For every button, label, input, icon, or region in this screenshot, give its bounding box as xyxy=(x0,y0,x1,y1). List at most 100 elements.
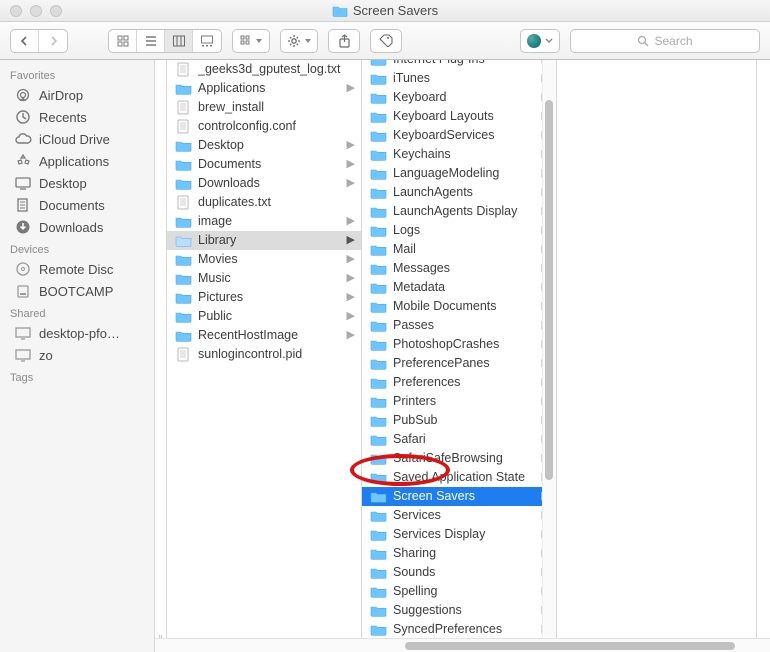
list-item[interactable]: LaunchAgents Display▶ xyxy=(362,202,556,221)
sidebar-item-downloads[interactable]: Downloads xyxy=(0,216,154,238)
horizontal-scrollbar[interactable] xyxy=(155,638,770,652)
list-item[interactable]: Spelling▶ xyxy=(362,582,556,601)
view-gallery-button[interactable] xyxy=(193,30,221,52)
share-button[interactable] xyxy=(328,29,360,53)
forward-button[interactable] xyxy=(39,30,67,52)
list-item[interactable]: Sharing▶ xyxy=(362,544,556,563)
list-item[interactable]: PhotoshopCrashes▶ xyxy=(362,335,556,354)
list-item[interactable]: Mail▶ xyxy=(362,240,556,259)
list-item[interactable]: Saved Application State▶ xyxy=(362,468,556,487)
sidebar-item-remote-disc[interactable]: Remote Disc xyxy=(0,258,154,280)
list-item[interactable]: image▶ xyxy=(167,212,361,231)
item-label: Keychains xyxy=(393,146,536,163)
minimize-window-dot[interactable] xyxy=(30,5,42,17)
zoom-window-dot[interactable] xyxy=(50,5,62,17)
sidebar-item-bootcamp[interactable]: BOOTCAMP xyxy=(0,280,154,302)
item-label: Sounds xyxy=(393,564,536,581)
item-label: Downloads xyxy=(198,175,341,192)
list-item[interactable]: Public▶ xyxy=(167,307,361,326)
list-item[interactable]: Messages▶ xyxy=(362,259,556,278)
file-icon xyxy=(175,119,192,134)
column-3[interactable] xyxy=(557,60,757,652)
arrange-button[interactable] xyxy=(232,29,270,53)
sidebar-item-recents[interactable]: Recents xyxy=(0,106,154,128)
list-item[interactable]: Services Display▶ xyxy=(362,525,556,544)
list-item[interactable]: RecentHostImage▶ xyxy=(167,326,361,345)
list-item[interactable]: duplicates.txt xyxy=(167,193,361,212)
folder-icon xyxy=(370,414,387,427)
column-2[interactable]: Internet Plug-Ins▶iTunes▶Keyboard▶Keyboa… xyxy=(362,60,557,652)
list-item[interactable]: Preferences▶ xyxy=(362,373,556,392)
item-label: Keyboard xyxy=(393,89,536,106)
view-icons-button[interactable] xyxy=(109,30,137,52)
list-item[interactable]: Metadata▶ xyxy=(362,278,556,297)
folder-icon xyxy=(370,376,387,389)
folder-icon xyxy=(370,148,387,161)
item-label: Suggestions xyxy=(393,602,536,619)
list-item[interactable]: Library▶ xyxy=(167,231,361,250)
list-item[interactable]: Logs▶ xyxy=(362,221,556,240)
sidebar-item-documents[interactable]: Documents xyxy=(0,194,154,216)
list-item[interactable]: _geeks3d_gputest_log.txt xyxy=(167,60,361,79)
item-label: Applications xyxy=(198,80,341,97)
file-icon xyxy=(175,100,192,115)
view-columns-button[interactable] xyxy=(165,30,193,52)
sidebar-section-tags: Tags xyxy=(0,366,154,386)
list-item[interactable]: controlconfig.conf xyxy=(167,117,361,136)
folder-icon xyxy=(370,338,387,351)
sidebar-section-devices: Devices xyxy=(0,238,154,258)
close-window-dot[interactable] xyxy=(10,5,22,17)
list-item[interactable]: Desktop▶ xyxy=(167,136,361,155)
list-item[interactable]: PubSub▶ xyxy=(362,411,556,430)
list-item[interactable]: brew_install xyxy=(167,98,361,117)
item-label: Services xyxy=(393,507,536,524)
grid-small-icon xyxy=(240,35,252,47)
list-item[interactable]: iTunes▶ xyxy=(362,69,556,88)
list-item[interactable]: LanguageModeling▶ xyxy=(362,164,556,183)
dropbox-status-button[interactable] xyxy=(520,29,560,53)
toolbar: Search xyxy=(0,22,770,60)
file-icon xyxy=(175,195,192,210)
column-prev-edge[interactable]: ‖ xyxy=(155,60,167,652)
list-item[interactable]: Keychains▶ xyxy=(362,145,556,164)
view-list-button[interactable] xyxy=(137,30,165,52)
list-item[interactable]: PreferencePanes▶ xyxy=(362,354,556,373)
list-item[interactable]: Keyboard Layouts▶ xyxy=(362,107,556,126)
item-label: image xyxy=(198,213,341,230)
sidebar-item-zo[interactable]: zo xyxy=(0,344,154,366)
list-item[interactable]: Mobile Documents▶ xyxy=(362,297,556,316)
list-item[interactable]: Internet Plug-Ins▶ xyxy=(362,60,556,69)
sidebar-item-desktop-pfo-[interactable]: desktop-pfo… xyxy=(0,322,154,344)
tags-button[interactable] xyxy=(370,29,402,53)
folder-icon xyxy=(175,215,192,228)
list-item[interactable]: Passes▶ xyxy=(362,316,556,335)
list-item[interactable]: KeyboardServices▶ xyxy=(362,126,556,145)
sidebar-item-label: Desktop xyxy=(39,176,87,191)
list-item[interactable]: Services▶ xyxy=(362,506,556,525)
list-item[interactable]: Applications▶ xyxy=(167,79,361,98)
sidebar-item-icloud-drive[interactable]: iCloud Drive xyxy=(0,128,154,150)
list-item[interactable]: SafariSafeBrowsing▶ xyxy=(362,449,556,468)
list-item[interactable]: Sounds▶ xyxy=(362,563,556,582)
back-button[interactable] xyxy=(11,30,39,52)
column-2-scrollbar[interactable] xyxy=(542,60,556,638)
list-item[interactable]: Music▶ xyxy=(167,269,361,288)
list-item[interactable]: Pictures▶ xyxy=(167,288,361,307)
list-item[interactable]: sunlogincontrol.pid xyxy=(167,345,361,364)
sidebar-item-airdrop[interactable]: AirDrop xyxy=(0,84,154,106)
sidebar-item-applications[interactable]: Applications xyxy=(0,150,154,172)
list-item[interactable]: Screen Savers▶ xyxy=(362,487,556,506)
list-item[interactable]: Documents▶ xyxy=(167,155,361,174)
list-item[interactable]: Keyboard▶ xyxy=(362,88,556,107)
titlebar: Screen Savers xyxy=(0,0,770,22)
column-1[interactable]: _geeks3d_gputest_log.txtApplications▶bre… xyxy=(167,60,362,652)
action-button[interactable] xyxy=(280,29,318,53)
list-item[interactable]: Safari▶ xyxy=(362,430,556,449)
search-field[interactable]: Search xyxy=(570,29,760,53)
list-item[interactable]: LaunchAgents▶ xyxy=(362,183,556,202)
list-item[interactable]: Downloads▶ xyxy=(167,174,361,193)
list-item[interactable]: Movies▶ xyxy=(167,250,361,269)
list-item[interactable]: Printers▶ xyxy=(362,392,556,411)
sidebar-item-desktop[interactable]: Desktop xyxy=(0,172,154,194)
list-item[interactable]: Suggestions▶ xyxy=(362,601,556,620)
